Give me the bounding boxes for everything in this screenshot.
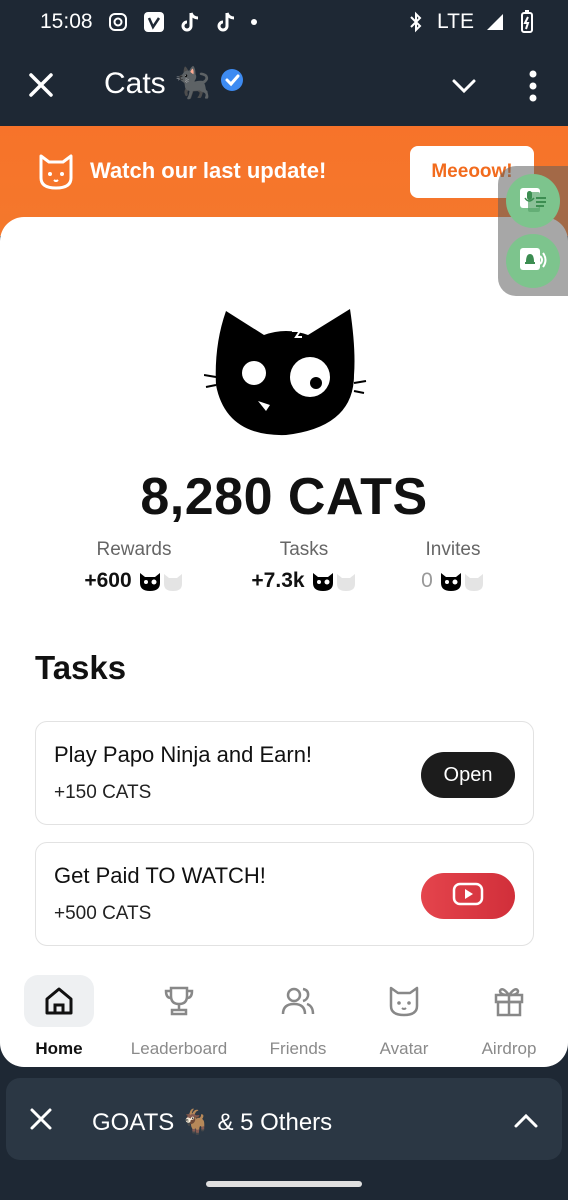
cat-coins-icon: [138, 570, 184, 592]
stat-label: Tasks: [279, 539, 329, 560]
nav-airdrop[interactable]: Airdrop: [454, 975, 564, 1059]
nav-avatar[interactable]: Avatar: [349, 975, 459, 1059]
gift-icon: [474, 975, 544, 1027]
task-card[interactable]: Play Papo Ninja and Earn! +150 CATS Open: [35, 721, 534, 825]
cat-coins-icon: [311, 570, 357, 592]
stat-value: 0: [421, 569, 433, 592]
status-bar: 15:08 LTE: [0, 0, 568, 44]
mini-app-switcher-bar[interactable]: GOATS 🐐 & 5 Others: [6, 1078, 562, 1160]
network-type: LTE: [437, 10, 474, 33]
task-name: Play Papo Ninja and Earn!: [54, 742, 313, 767]
audio-translate-icon[interactable]: [506, 234, 560, 288]
task-card[interactable]: Get Paid TO WATCH! +500 CATS: [35, 842, 534, 946]
chevron-up-icon[interactable]: [512, 1110, 540, 1130]
nav-home[interactable]: Home: [4, 975, 114, 1059]
app-header: Cats 🐈‍⬛: [0, 44, 568, 126]
instagram-icon: [107, 11, 129, 33]
stat-label: Invites: [425, 539, 481, 560]
bluetooth-icon: [405, 11, 427, 33]
task-reward: +150 CATS: [54, 782, 152, 803]
watch-youtube-button[interactable]: [421, 873, 515, 919]
open-task-button[interactable]: Open: [421, 752, 515, 798]
nav-label: Home: [35, 1039, 83, 1058]
stat-value: +7.3k: [251, 569, 305, 592]
tiktok-icon: [215, 11, 237, 33]
bottom-navigation: Home Leaderboard Friends Avatar Airdrop: [0, 975, 568, 1065]
tasks-heading: Tasks: [35, 649, 127, 686]
close-icon[interactable]: [28, 1106, 54, 1132]
banner-text: Watch our last update!: [90, 158, 327, 183]
header-title: Cats 🐈‍⬛: [104, 66, 245, 101]
main-card: 8,280 CATS Rewards +600 Tasks +7.3k Invi…: [0, 217, 568, 1067]
youtube-play-icon: [452, 882, 484, 911]
cats-balance: 8,280 CATS: [140, 468, 428, 526]
stat-rewards: Rewards +600: [59, 539, 209, 593]
nav-label: Avatar: [379, 1039, 429, 1058]
tiktok-icon: [179, 11, 201, 33]
voice-translate-icon[interactable]: [506, 174, 560, 228]
more-vert-icon[interactable]: [520, 68, 546, 104]
gesture-navigation-handle[interactable]: [206, 1181, 362, 1187]
stat-invites: Invites 0: [378, 539, 528, 593]
task-name: Get Paid TO WATCH!: [54, 863, 266, 888]
floating-tools-panel: [498, 166, 568, 296]
header-title-emoji: 🐈‍⬛: [173, 67, 212, 100]
signal-icon: [484, 11, 506, 33]
friends-icon: [263, 975, 333, 1027]
notification-dot-icon: [250, 19, 257, 25]
cat-face-icon: [36, 152, 76, 192]
nav-label: Airdrop: [481, 1039, 537, 1058]
close-icon[interactable]: [24, 68, 58, 102]
cat-face-icon: [369, 975, 439, 1027]
cat-coins-icon: [439, 570, 485, 592]
vimeo-icon: [143, 11, 165, 33]
nav-friends[interactable]: Friends: [243, 975, 353, 1059]
home-icon: [24, 975, 94, 1027]
chevron-down-icon[interactable]: [448, 70, 480, 102]
task-reward: +500 CATS: [54, 903, 152, 924]
stats-row: Rewards +600 Tasks +7.3k Invites 0: [0, 539, 568, 599]
trophy-icon: [144, 975, 214, 1027]
battery-charging-icon: [516, 10, 538, 33]
stat-tasks: Tasks +7.3k: [229, 539, 379, 593]
clock: 15:08: [40, 10, 93, 33]
verified-badge-icon: [219, 67, 245, 101]
header-title-text: Cats: [104, 66, 166, 100]
others-bar-text: GOATS 🐐 & 5 Others: [92, 1109, 333, 1136]
nav-leaderboard[interactable]: Leaderboard: [124, 975, 234, 1059]
nav-label: Leaderboard: [130, 1039, 228, 1058]
nav-label: Friends: [269, 1039, 327, 1058]
cat-mascot-logo: [203, 305, 368, 441]
stat-label: Rewards: [96, 539, 172, 560]
stat-value: +600: [84, 569, 132, 592]
